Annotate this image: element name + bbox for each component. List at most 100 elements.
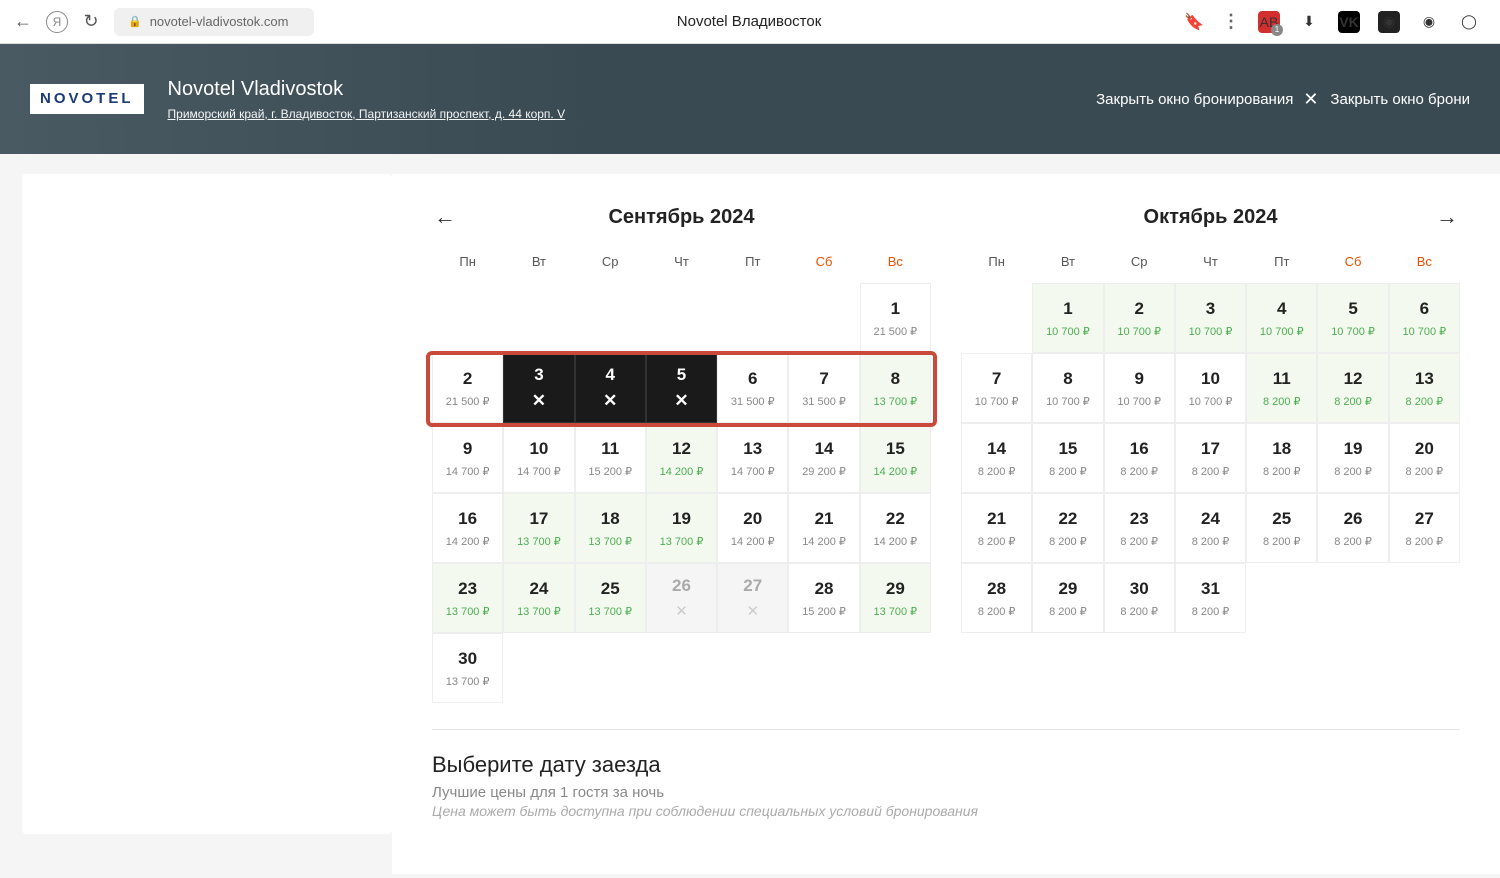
day-cell[interactable]: 1014 700 ₽ (503, 423, 574, 493)
day-cell[interactable]: 221 500 ₽ (432, 353, 503, 423)
day-price: 8 200 ₽ (1192, 535, 1230, 548)
day-number: 15 (1058, 439, 1077, 459)
price-disclaimer: Цена может быть доступна при соблюдении … (432, 803, 1460, 819)
vk-icon[interactable]: VK (1338, 11, 1360, 33)
day-cell[interactable]: 510 700 ₽ (1317, 283, 1388, 353)
day-price: 13 700 ₽ (873, 605, 917, 618)
download-icon[interactable]: ⬇ (1298, 11, 1320, 33)
day-cell: 27✕ (717, 563, 788, 633)
day-cell[interactable]: 218 200 ₽ (961, 493, 1032, 563)
day-cell[interactable]: 148 200 ₽ (961, 423, 1032, 493)
prev-month-button[interactable]: ← (432, 204, 458, 230)
day-cell[interactable]: 410 700 ₽ (1246, 283, 1317, 353)
weekday-label: Вс (860, 246, 931, 279)
day-cell[interactable]: 2815 200 ₽ (788, 563, 859, 633)
day-cell[interactable]: 238 200 ₽ (1104, 493, 1175, 563)
day-cell[interactable]: 1010 700 ₽ (1175, 353, 1246, 423)
day-cell[interactable]: 2413 700 ₽ (503, 563, 574, 633)
back-icon[interactable]: ← (12, 11, 34, 33)
menu-dots-icon[interactable]: ⋮ (1222, 11, 1240, 32)
weekday-label: Вс (1389, 246, 1460, 279)
day-price: 8 200 ₽ (1192, 605, 1230, 618)
day-cell[interactable]: 810 700 ₽ (1032, 353, 1103, 423)
day-cell[interactable]: 2014 200 ₽ (717, 493, 788, 563)
day-number: 27 (743, 576, 762, 596)
day-cell[interactable]: 1314 700 ₽ (717, 423, 788, 493)
day-cell[interactable]: 1614 200 ₽ (432, 493, 503, 563)
day-cell[interactable]: 813 700 ₽ (860, 353, 931, 423)
day-cell[interactable]: 298 200 ₽ (1032, 563, 1103, 633)
day-cell[interactable]: 17 13 700 ₽ (503, 493, 574, 563)
day-cell[interactable]: 710 700 ₽ (961, 353, 1032, 423)
next-month-button[interactable]: → (1434, 204, 1460, 230)
day-price: 14 700 ₽ (446, 465, 490, 478)
bookmark-icon[interactable]: 🔖 (1184, 12, 1204, 32)
day-price: 13 700 ₽ (660, 535, 704, 548)
day-cell[interactable]: 268 200 ₽ (1317, 493, 1388, 563)
day-cell[interactable]: 110 700 ₽ (1032, 283, 1103, 353)
day-cell[interactable]: 2313 700 ₽ (432, 563, 503, 633)
day-cell[interactable]: 2114 200 ₽ (788, 493, 859, 563)
weekday-label: Пт (717, 246, 788, 279)
browser-bar: ← Я ↻ 🔒 novotel-vladivostok.com Novotel … (0, 0, 1500, 44)
day-cell[interactable]: 128 200 ₽ (1317, 353, 1388, 423)
day-price: 14 200 ₽ (873, 535, 917, 548)
day-cell[interactable]: 318 200 ₽ (1175, 563, 1246, 633)
day-cell[interactable]: 308 200 ₽ (1104, 563, 1175, 633)
close-booking-button-2[interactable]: Закрыть окно брони (1330, 91, 1470, 108)
day-cell[interactable]: 121 500 ₽ (860, 283, 931, 353)
day-cell[interactable]: 1115 200 ₽ (575, 423, 646, 493)
reload-icon[interactable]: ↻ (80, 11, 102, 33)
day-price: 10 700 ₽ (1117, 395, 1161, 408)
yandex-home-icon[interactable]: Я (46, 11, 68, 33)
day-price: 13 700 ₽ (517, 535, 561, 548)
day-cell[interactable]: 9 10 700 ₽ (1104, 353, 1175, 423)
day-number: 11 (601, 439, 619, 459)
extension-icon[interactable]: ◉ (1378, 11, 1400, 33)
day-cell[interactable]: 248 200 ₽ (1175, 493, 1246, 563)
shazam-icon[interactable]: ◉ (1418, 11, 1440, 33)
day-cell[interactable]: 198 200 ₽ (1317, 423, 1388, 493)
day-cell[interactable]: 118 200 ₽ (1246, 353, 1317, 423)
adblock-icon[interactable]: AB1 (1258, 11, 1280, 33)
day-number: 17 (1201, 439, 1220, 459)
day-number: 22 (1058, 509, 1077, 529)
day-cell[interactable]: 138 200 ₽ (1389, 353, 1460, 423)
day-cell[interactable]: 3013 700 ₽ (432, 633, 503, 703)
day-number: 1 (1063, 299, 1072, 319)
day-number: 9 (1134, 369, 1143, 389)
day-number: 17 (529, 509, 548, 529)
url-bar[interactable]: 🔒 novotel-vladivostok.com (114, 8, 314, 36)
weekday-label: Сб (1317, 246, 1388, 279)
day-cell[interactable]: 258 200 ₽ (1246, 493, 1317, 563)
day-cell[interactable]: 1429 200 ₽ (788, 423, 859, 493)
day-cell[interactable]: 1813 700 ₽ (575, 493, 646, 563)
day-cell[interactable]: 1913 700 ₽ (646, 493, 717, 563)
day-cell[interactable]: 631 500 ₽ (717, 353, 788, 423)
day-cell[interactable]: 228 200 ₽ (1032, 493, 1103, 563)
day-cell[interactable]: 2913 700 ₽ (860, 563, 931, 633)
lock-icon: 🔒 (128, 15, 142, 28)
day-cell[interactable]: 210 700 ₽ (1104, 283, 1175, 353)
weekday-label: Вт (1032, 246, 1103, 279)
day-cell[interactable]: 2214 200 ₽ (860, 493, 931, 563)
day-cell[interactable]: 178 200 ₽ (1175, 423, 1246, 493)
day-cell[interactable]: 188 200 ₽ (1246, 423, 1317, 493)
day-cell[interactable]: 610 700 ₽ (1389, 283, 1460, 353)
day-cell[interactable]: 158 200 ₽ (1032, 423, 1103, 493)
day-cell[interactable]: 1214 200 ₽ (646, 423, 717, 493)
alice-icon[interactable]: ◯ (1458, 11, 1480, 33)
close-booking-button[interactable]: Закрыть окно бронирования ✕ (1096, 89, 1318, 110)
day-cell[interactable]: 1514 200 ₽ (860, 423, 931, 493)
hotel-address[interactable]: Приморский край, г. Владивосток, Партиза… (168, 107, 566, 121)
day-cell[interactable]: 288 200 ₽ (961, 563, 1032, 633)
day-cell[interactable]: 731 500 ₽ (788, 353, 859, 423)
day-cell[interactable]: 168 200 ₽ (1104, 423, 1175, 493)
day-cell[interactable]: 208 200 ₽ (1389, 423, 1460, 493)
day-cell[interactable]: 914 700 ₽ (432, 423, 503, 493)
day-cell[interactable]: 2513 700 ₽ (575, 563, 646, 633)
day-number: 16 (1130, 439, 1149, 459)
day-cell[interactable]: 310 700 ₽ (1175, 283, 1246, 353)
day-cell[interactable]: 278 200 ₽ (1389, 493, 1460, 563)
unavailable-icon: ✕ (675, 602, 688, 620)
